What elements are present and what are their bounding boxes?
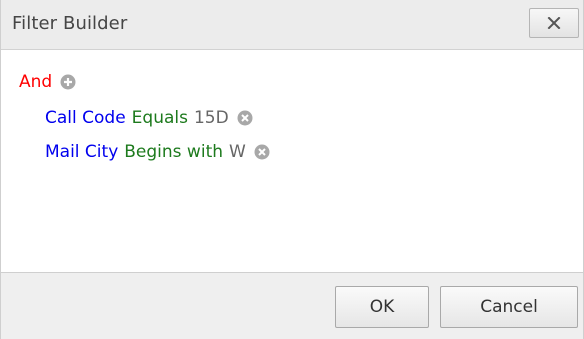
dialog-footer: OK Cancel <box>1 272 583 339</box>
filter-tree: And Call Code Equals 15D Mail City Begin… <box>1 50 583 272</box>
group-operator[interactable]: And <box>19 70 52 94</box>
cancel-button-label: Cancel <box>480 297 538 317</box>
ok-button-label: OK <box>369 297 395 317</box>
condition-value[interactable]: W <box>229 140 246 164</box>
plus-circle-icon <box>60 74 76 90</box>
filter-group-row: And <box>19 70 76 94</box>
filter-condition-row: Call Code Equals 15D <box>45 106 253 130</box>
remove-circle-icon <box>254 144 270 160</box>
dialog-titlebar: Filter Builder <box>1 0 583 50</box>
remove-circle-icon <box>237 110 253 126</box>
remove-condition-button[interactable] <box>254 144 270 160</box>
condition-field[interactable]: Mail City <box>45 140 118 164</box>
remove-condition-button[interactable] <box>237 110 253 126</box>
dialog-title: Filter Builder <box>12 13 128 34</box>
add-condition-button[interactable] <box>60 74 76 90</box>
cancel-button[interactable]: Cancel <box>440 286 578 328</box>
filter-condition-row: Mail City Begins with W <box>45 140 270 164</box>
condition-operator[interactable]: Equals <box>132 106 188 130</box>
condition-field[interactable]: Call Code <box>45 106 126 130</box>
condition-operator[interactable]: Begins with <box>124 140 223 164</box>
ok-button[interactable]: OK <box>335 286 429 328</box>
condition-value[interactable]: 15D <box>194 106 229 130</box>
close-button[interactable] <box>529 8 579 38</box>
filter-builder-dialog: Filter Builder And Call Code Equals 15D <box>0 0 584 339</box>
close-icon <box>547 17 561 29</box>
